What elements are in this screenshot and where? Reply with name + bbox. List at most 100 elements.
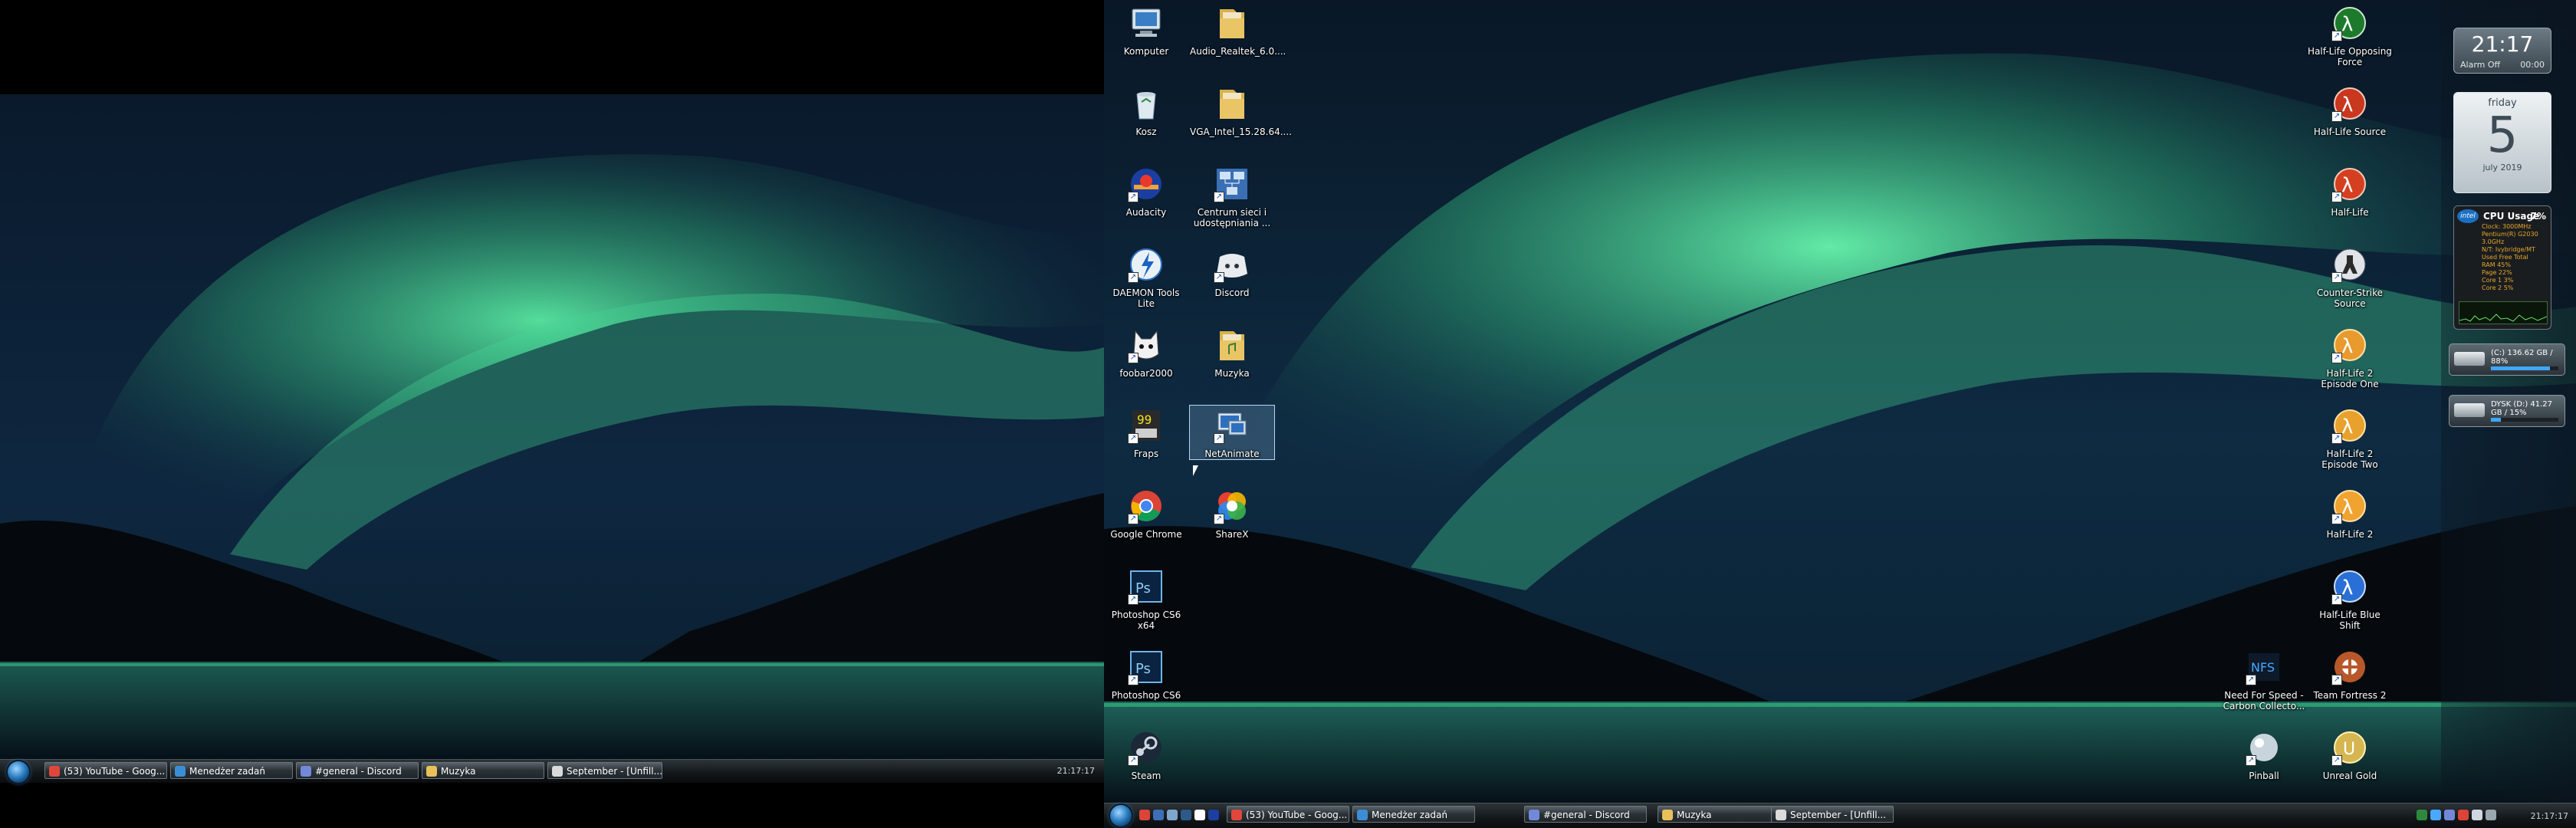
tray-clock[interactable]: 21:17:17: [1057, 766, 1095, 776]
desktop-icon-netanimate[interactable]: ↗ NetAnimate: [1189, 405, 1275, 460]
desktop-icon-network-center[interactable]: ↗ Centrum sieci i udostępniania ...: [1190, 164, 1274, 228]
foobar-icon: [552, 766, 563, 777]
chrome-icon: [1231, 810, 1242, 820]
task-manager-icon: [1357, 810, 1368, 820]
fraps-icon: 99 ↗: [1126, 406, 1166, 445]
desktop-icon-steam[interactable]: ↗ Steam: [1104, 728, 1188, 781]
chrome-icon: ↗: [1126, 486, 1166, 526]
svg-text:99: 99: [1137, 412, 1152, 427]
desktop-icon-audacity[interactable]: ↗ Audacity: [1104, 164, 1188, 218]
desktop-icon-recycle-bin[interactable]: Kosz: [1104, 84, 1188, 137]
tray-icon[interactable]: [2458, 810, 2469, 820]
intel-logo: intel: [2457, 209, 2479, 223]
discord-icon: ↗: [1212, 245, 1252, 284]
shortcut-arrow-icon: ↗: [2331, 111, 2342, 122]
unreal-icon: U ↗: [2330, 728, 2370, 767]
desktop-icon-computer[interactable]: Komputer: [1104, 3, 1188, 57]
desktop-icon-fraps[interactable]: 99 ↗ Fraps: [1104, 406, 1188, 459]
desktop-icon-counter-strike-source[interactable]: ↗ Counter-Strike Source: [2308, 245, 2392, 309]
task-button[interactable]: #general - Discord: [296, 762, 419, 779]
task-button[interactable]: Muzyka: [422, 762, 544, 779]
photoshop-quicklaunch-icon[interactable]: [1208, 810, 1219, 820]
discord-icon: [301, 766, 311, 777]
desktop-icon-pinball[interactable]: ↗ Pinball: [2222, 728, 2306, 781]
desktop-icon-team-fortress-2[interactable]: ↗ Team Fortress 2: [2308, 647, 2392, 701]
foobar-quicklaunch-icon[interactable]: [1194, 810, 1205, 820]
network-icon[interactable]: [2486, 810, 2496, 820]
desktop-icon-folder[interactable]: VGA_Intel_15.28.64....: [1190, 84, 1292, 137]
drive-gadget-d[interactable]: DYSK (D:) 41.27 GB / 15%: [2449, 395, 2565, 427]
calendar-gadget[interactable]: friday 5 july 2019: [2453, 92, 2551, 193]
shortcut-arrow-icon: ↗: [1128, 433, 1138, 444]
tray-icon[interactable]: [2430, 810, 2441, 820]
desktop-icon-unreal-gold[interactable]: U ↗ Unreal Gold: [2308, 728, 2392, 781]
task-button[interactable]: Muzyka: [1658, 806, 1780, 823]
folder-icon: [1212, 84, 1252, 123]
folder-icon: [1212, 3, 1252, 43]
drive-usage-bar: [2491, 418, 2558, 422]
desktop-icon-google-chrome[interactable]: ↗ Google Chrome: [1104, 486, 1188, 540]
task-button[interactable]: (53) YouTube - Goog...: [44, 762, 167, 779]
chrome-quicklaunch-icon[interactable]: [1139, 810, 1150, 820]
shortcut-arrow-icon: ↗: [1128, 192, 1138, 202]
explorer-quicklaunch-icon[interactable]: [1153, 810, 1164, 820]
desktop-icon-half-life-opposing-force[interactable]: λ ↗ Half-Life Opposing Force: [2308, 3, 2392, 67]
shortcut-arrow-icon: ↗: [2331, 675, 2342, 685]
shortcut-arrow-icon: ↗: [1214, 192, 1224, 202]
tray-icon[interactable]: [2444, 810, 2455, 820]
desktop-icon-folder[interactable]: Muzyka: [1190, 325, 1274, 379]
desktop-icon-half-life-blue-shift[interactable]: λ ↗ Half-Life Blue Shift: [2308, 567, 2392, 631]
start-button[interactable]: [8, 761, 29, 783]
shortcut-arrow-icon: ↗: [2331, 433, 2342, 444]
folder-icon: [1212, 325, 1252, 365]
shortcut-arrow-icon: ↗: [2246, 755, 2256, 766]
shortcut-arrow-icon: ↗: [2331, 514, 2342, 524]
volume-icon[interactable]: [2472, 810, 2482, 820]
desktop-icon-half-life-2[interactable]: λ ↗ Half-Life 2: [2308, 486, 2392, 540]
tray-clock[interactable]: 21:17:17: [2531, 811, 2568, 821]
desktop-icon-photoshop[interactable]: Ps ↗ Photoshop CS6: [1104, 647, 1188, 701]
desktop-icon-discord[interactable]: ↗ Discord: [1190, 245, 1274, 298]
clock-gadget[interactable]: 21:17 Alarm Off 00:00: [2453, 28, 2551, 74]
task-button[interactable]: September - [Unfill...: [1771, 806, 1894, 823]
show-desktop-icon[interactable]: [1167, 810, 1178, 820]
desktop-icon-half-life-source[interactable]: λ ↗ Half-Life Source: [2308, 84, 2392, 137]
folder-icon: [1662, 810, 1673, 820]
task-button[interactable]: (53) YouTube - Goog...: [1227, 806, 1349, 823]
desktop-icon-photoshop-x64[interactable]: Ps ↗ Photoshop CS6 x64: [1104, 567, 1188, 631]
desktop-icon-sharex[interactable]: ↗ ShareX: [1190, 486, 1274, 540]
shortcut-arrow-icon: ↗: [2331, 755, 2342, 766]
steam-quicklaunch-icon[interactable]: [1181, 810, 1191, 820]
desktop-icon-foobar2000[interactable]: ↗ foobar2000: [1104, 325, 1188, 379]
svg-text:λ: λ: [2341, 94, 2353, 117]
computer-icon: [1126, 3, 1166, 43]
cpu-percent: 7%: [2530, 211, 2546, 222]
cpu-gadget[interactable]: intel CPU Usage 7% Clock: 3000MHz Pentiu…: [2453, 205, 2551, 330]
half-life-of-icon: λ ↗: [2330, 3, 2370, 43]
hard-drive-icon: [2454, 403, 2485, 417]
svg-text:λ: λ: [2341, 577, 2353, 600]
desktop-icon-daemon-tools[interactable]: ↗ DAEMON Tools Lite: [1104, 245, 1188, 309]
desktop-icon-half-life[interactable]: λ ↗ Half-Life: [2308, 164, 2392, 218]
taskbar-left: (53) YouTube - Goog... Menedżer zadań #g…: [0, 759, 1104, 783]
desktop-icon-need-for-speed[interactable]: NFS ↗ Need For Speed - Carbon Collecto..…: [2222, 647, 2306, 711]
start-button[interactable]: [1110, 805, 1132, 826]
shortcut-arrow-icon: ↗: [1128, 675, 1138, 685]
alarm-time: 00:00: [2520, 60, 2545, 70]
tray-icon[interactable]: [2417, 810, 2427, 820]
half-life-blue-shift-icon: λ ↗: [2330, 567, 2370, 606]
shortcut-arrow-icon: ↗: [2331, 353, 2342, 363]
shortcut-arrow-icon: ↗: [1214, 514, 1224, 524]
desktop-icon-half-life-2-episode-two[interactable]: λ ↗ Half-Life 2 Episode Two: [2308, 406, 2392, 470]
clock-time: 21:17: [2471, 31, 2534, 57]
shortcut-arrow-icon: ↗: [1214, 433, 1224, 444]
task-button[interactable]: Menedżer zadań: [1352, 806, 1475, 823]
task-button[interactable]: Menedżer zadań: [170, 762, 293, 779]
drive-gadget-c[interactable]: (C:) 136.62 GB / 88%: [2449, 343, 2565, 376]
half-life-2-icon: λ ↗: [2330, 486, 2370, 526]
task-button[interactable]: September - [Unfill...: [547, 762, 662, 779]
alarm-status: Alarm Off: [2460, 60, 2501, 70]
task-button[interactable]: #general - Discord: [1524, 806, 1647, 823]
desktop-icon-folder[interactable]: Audio_Realtek_6.0....: [1190, 3, 1286, 57]
desktop-icon-half-life-2-episode-one[interactable]: λ ↗ Half-Life 2 Episode One: [2308, 325, 2392, 389]
